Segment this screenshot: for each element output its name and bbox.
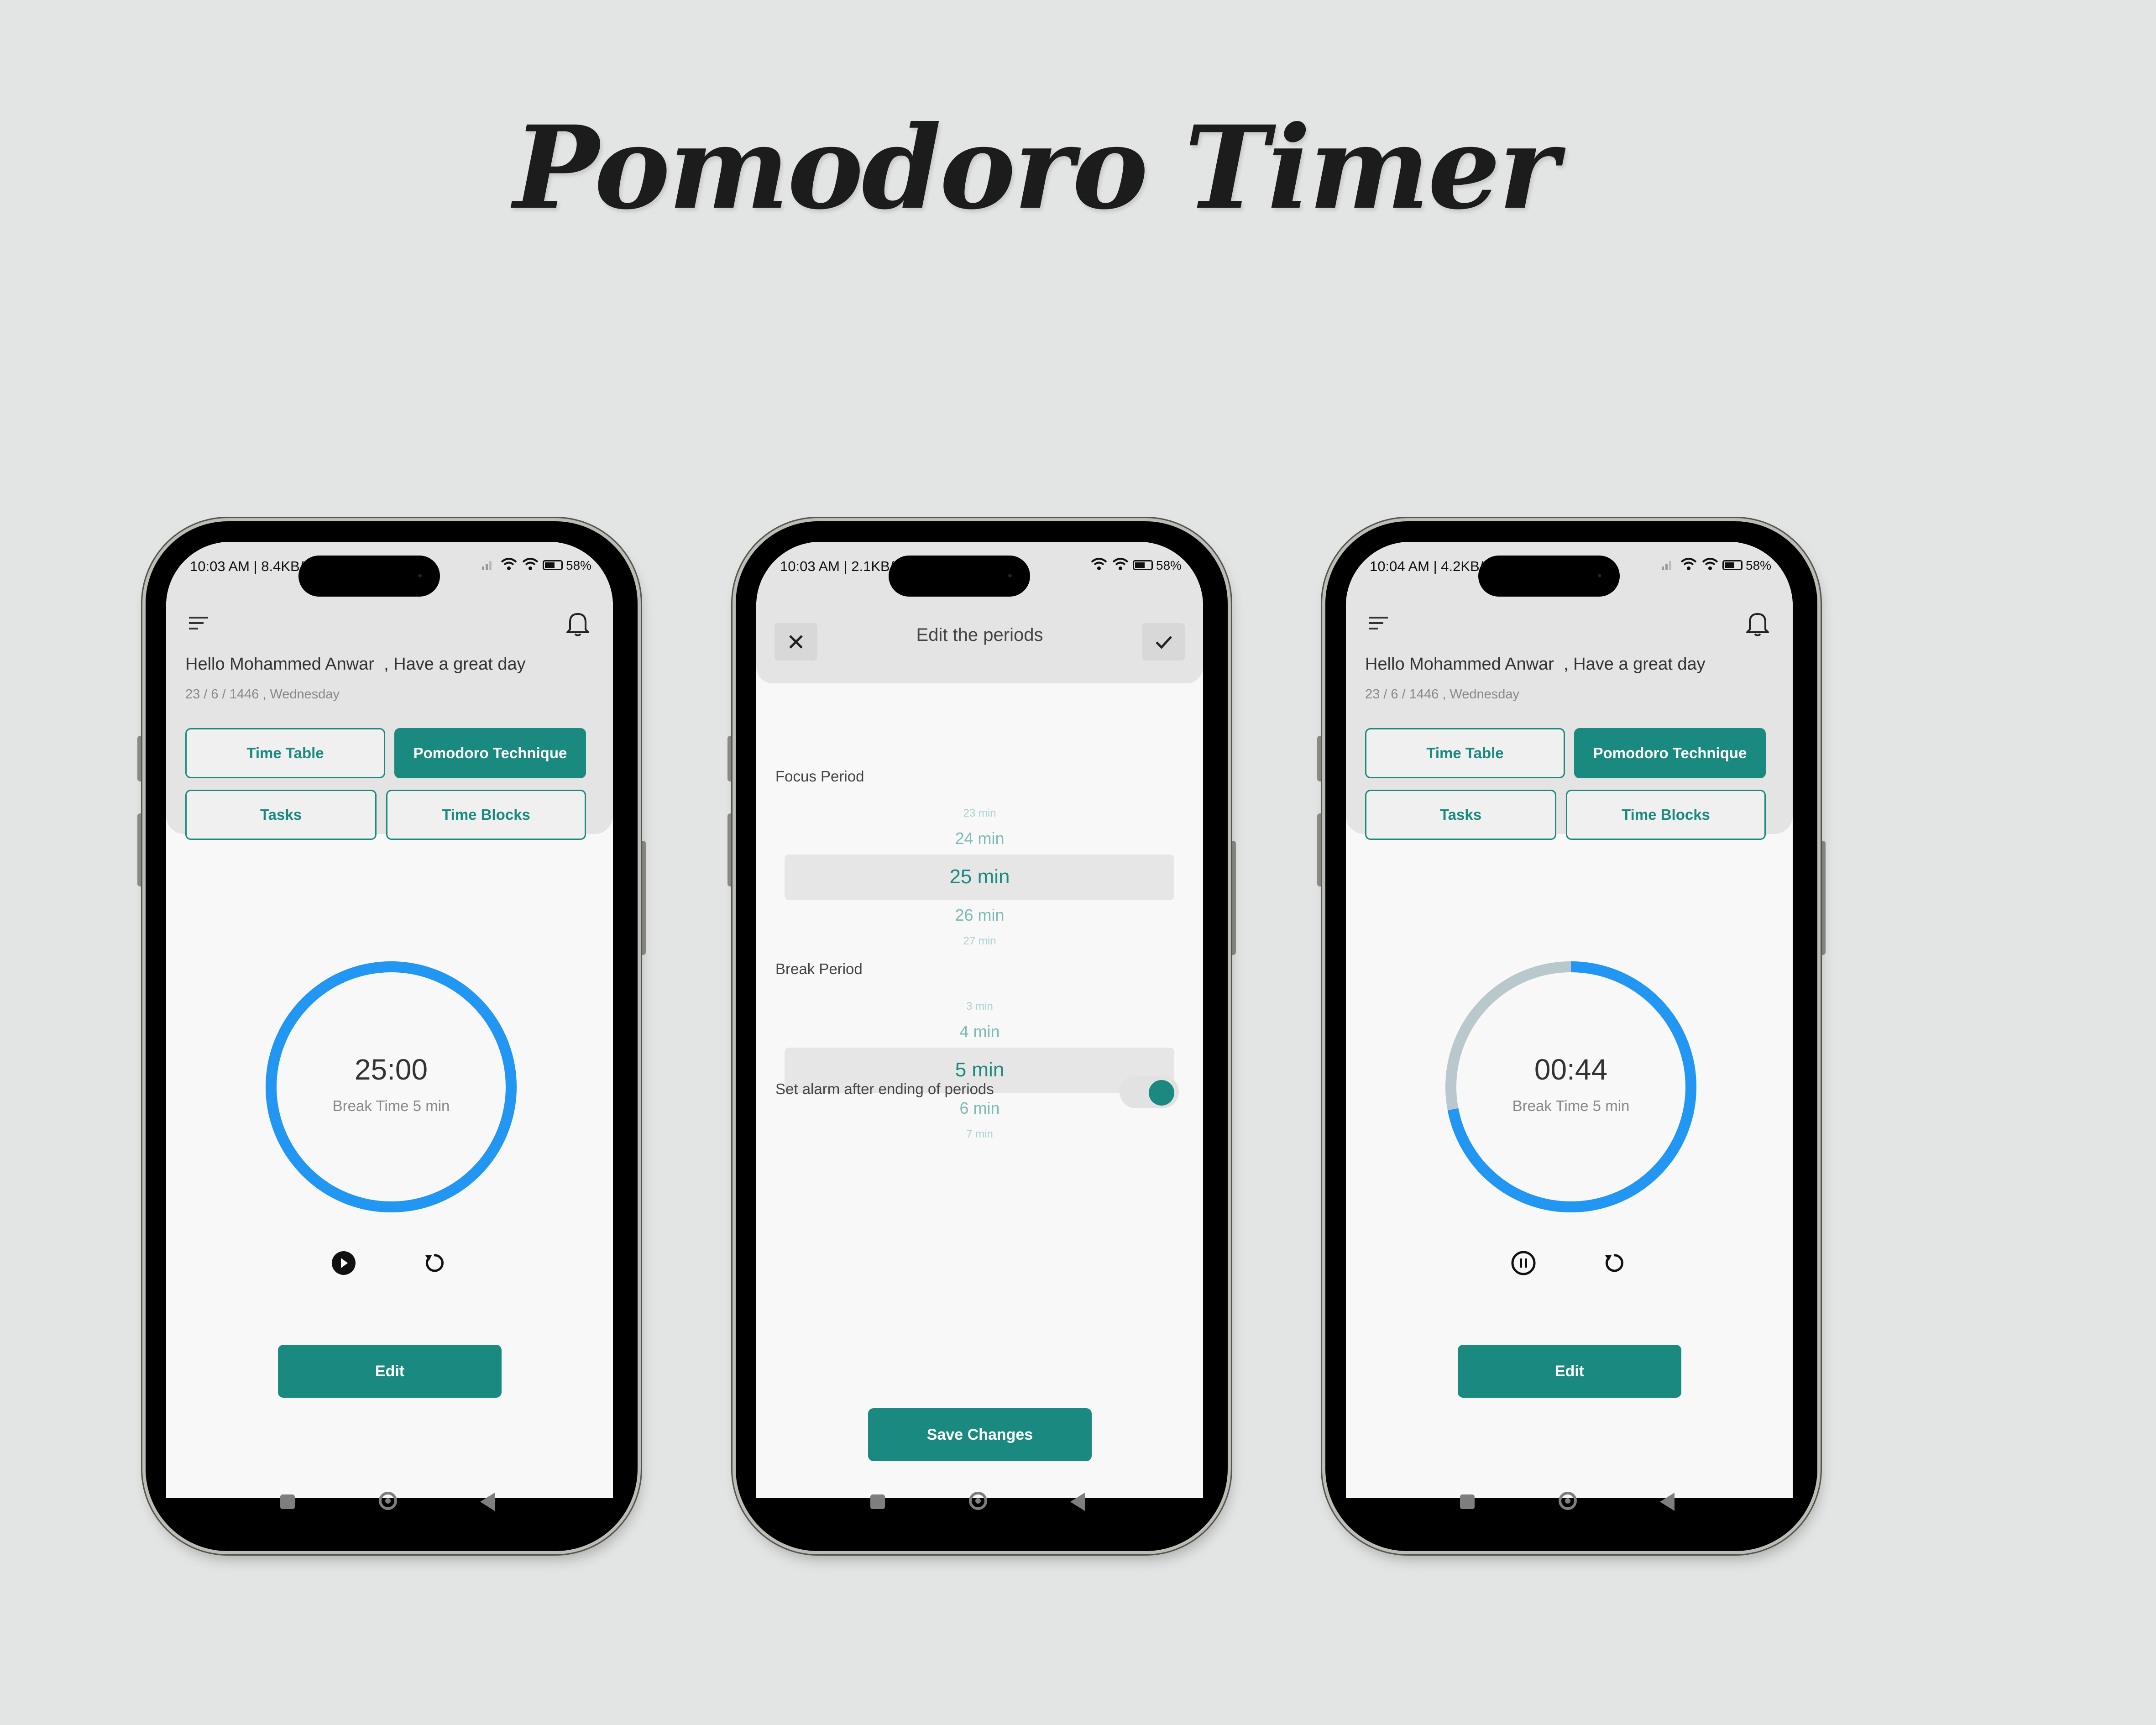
tab-time-blocks[interactable]: Time Blocks — [386, 790, 586, 840]
dynamic-island — [1478, 556, 1620, 597]
tab-time-table[interactable]: Time Table — [185, 728, 385, 778]
side-button — [137, 813, 144, 886]
picker-option[interactable]: 23 min — [756, 807, 1203, 820]
android-navbar — [166, 1477, 613, 1527]
recents-button[interactable] — [870, 1494, 885, 1509]
home-button[interactable] — [379, 1492, 397, 1510]
wifi-icon — [522, 558, 539, 570]
check-icon — [1156, 636, 1172, 649]
recents-button[interactable] — [280, 1494, 295, 1509]
wifi-icon — [1091, 558, 1107, 570]
battery-icon — [1133, 560, 1153, 570]
timer-display: 25:00 — [354, 1053, 428, 1086]
edit-button[interactable]: Edit — [1458, 1345, 1681, 1398]
phone-edit-periods: 10:03 AM | 2.1KB/s 58% Edit the periods … — [727, 521, 1236, 1551]
tab-pomodoro-technique[interactable]: Pomodoro Technique — [1574, 728, 1766, 778]
side-button — [1819, 841, 1826, 955]
battery-percent: 58% — [1156, 558, 1182, 572]
tab-tasks[interactable]: Tasks — [1365, 790, 1556, 840]
side-button — [727, 736, 734, 781]
status-time: 10:03 AM | 8.4KB/s — [190, 558, 311, 574]
android-navbar — [756, 1477, 1203, 1527]
menu-icon[interactable] — [1368, 615, 1390, 631]
confirm-button[interactable] — [1142, 623, 1185, 661]
signal-icon — [1662, 561, 1671, 570]
edit-title: Edit the periods — [916, 625, 1043, 645]
menu-icon[interactable] — [188, 615, 210, 631]
android-navbar — [1346, 1477, 1793, 1527]
alarm-toggle[interactable] — [1120, 1075, 1179, 1108]
side-button — [639, 841, 646, 955]
timer-subtitle: Break Time 5 min — [332, 1097, 450, 1114]
battery-icon — [1722, 560, 1743, 570]
recents-button[interactable] — [1460, 1494, 1475, 1509]
side-button — [1317, 813, 1324, 886]
wifi-icon — [1112, 558, 1129, 570]
page-title: Pomodoro Timer — [513, 100, 1559, 235]
back-button[interactable] — [1070, 1493, 1085, 1511]
reset-button[interactable] — [421, 1250, 447, 1276]
bell-icon[interactable] — [1745, 610, 1770, 637]
wifi-icon — [1680, 558, 1697, 570]
side-button — [727, 813, 734, 886]
timer-subtitle: Break Time 5 min — [1512, 1097, 1630, 1114]
picker-option[interactable]: 27 min — [756, 935, 1203, 948]
wifi-icon — [501, 558, 517, 570]
picker-option[interactable]: 26 min — [756, 906, 1203, 925]
tab-time-blocks[interactable]: Time Blocks — [1566, 790, 1766, 840]
side-button — [1230, 841, 1236, 955]
picker-option[interactable]: 25 min — [756, 865, 1203, 888]
play-button[interactable] — [330, 1250, 357, 1276]
dynamic-island — [889, 556, 1030, 597]
date-text: 23 / 6 / 1446 , Wednesday — [185, 687, 340, 702]
home-button[interactable] — [1559, 1492, 1577, 1510]
phone-timer-idle: 10:03 AM | 8.4KB/s 58% Hello Mohammed An… — [137, 521, 646, 1551]
break-period-label: Break Period — [775, 960, 863, 977]
tab-pomodoro-technique[interactable]: Pomodoro Technique — [394, 728, 586, 778]
picker-option[interactable]: 4 min — [756, 1022, 1203, 1041]
signal-icon — [482, 561, 492, 570]
alarm-label: Set alarm after ending of periods — [775, 1080, 994, 1097]
save-changes-button[interactable]: Save Changes — [868, 1408, 1092, 1461]
reset-button[interactable] — [1601, 1250, 1627, 1276]
edit-button[interactable]: Edit — [278, 1345, 502, 1398]
tab-tasks[interactable]: Tasks — [185, 790, 377, 840]
picker-option[interactable]: 24 min — [756, 829, 1203, 848]
timer-display: 00:44 — [1534, 1053, 1608, 1086]
battery-percent: 58% — [566, 558, 592, 572]
toggle-knob — [1149, 1080, 1174, 1106]
timer-ring: 00:44 Break Time 5 min — [1440, 956, 1702, 1218]
side-button — [137, 736, 144, 781]
back-button[interactable] — [1660, 1493, 1675, 1511]
date-text: 23 / 6 / 1446 , Wednesday — [1365, 687, 1520, 702]
phone-timer-running: 10:04 AM | 4.2KB/s 58% Hello Mohammed An… — [1317, 521, 1826, 1551]
focus-period-label: Focus Period — [775, 768, 864, 785]
ring-progress — [266, 961, 517, 1212]
bell-icon[interactable] — [565, 610, 590, 637]
picker-option[interactable]: 3 min — [756, 1000, 1203, 1013]
back-button[interactable] — [480, 1493, 495, 1511]
tab-time-table[interactable]: Time Table — [1365, 728, 1565, 778]
pause-button[interactable] — [1510, 1250, 1537, 1276]
wifi-icon — [1702, 558, 1718, 570]
status-time: 10:03 AM | 2.1KB/s — [780, 558, 901, 574]
screen: 10:03 AM | 2.1KB/s 58% Edit the periods … — [756, 542, 1203, 1498]
dynamic-island — [298, 556, 440, 597]
battery-icon — [543, 560, 563, 570]
status-time: 10:04 AM | 4.2KB/s — [1370, 558, 1491, 574]
greeting-text: Hello Mohammed Anwar , Have a great day — [185, 655, 526, 674]
battery-percent: 58% — [1746, 558, 1772, 572]
timer-ring: 25:00 Break Time 5 min — [260, 956, 522, 1218]
home-button[interactable] — [969, 1492, 987, 1510]
side-button — [1317, 736, 1324, 781]
picker-option[interactable]: 7 min — [756, 1128, 1203, 1141]
greeting-text: Hello Mohammed Anwar , Have a great day — [1365, 655, 1706, 674]
